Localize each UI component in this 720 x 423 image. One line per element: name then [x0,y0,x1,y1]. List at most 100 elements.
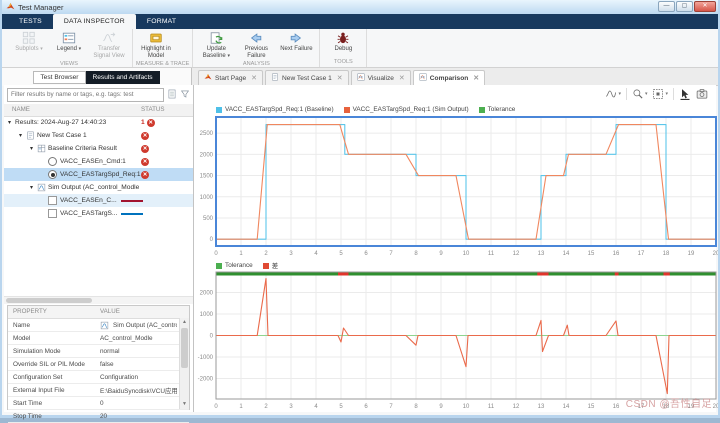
svg-text:7: 7 [389,404,393,410]
legend-item: VACC_EASTargSpd_Req:1 (Sim Output) [343,106,469,113]
tree-item[interactable]: VACC_EASTargSpd_Req:1 ✕ [4,168,193,181]
previous-failure-icon [249,31,263,45]
status-cell: ✕ [141,144,149,153]
svg-text:10: 10 [463,251,470,257]
radio-button[interactable] [48,170,57,179]
transfer-signal-icon [102,31,116,45]
svg-text:-2000: -2000 [198,377,214,383]
close-button[interactable]: ✕ [694,1,716,12]
radio-button[interactable] [48,157,57,166]
ribbon-tab-tests[interactable]: TESTS [8,14,53,29]
tree-item[interactable]: ▾ Baseline Criteria Result ✕ [4,142,193,155]
tree-item[interactable]: ▾ Sim Output (AC_control_Modle [4,181,193,194]
chevron-down-icon: ▾ [78,46,82,52]
debug-icon [336,31,350,45]
previous-failure-button[interactable]: Previous Failure [236,30,276,60]
left-panel-tabs: Test Browser Results and Artifacts [2,68,192,86]
chevron-down-icon: ▾ [40,46,43,52]
document-tab-comparison[interactable]: Comparison ✕ [412,70,486,85]
scroll-up-arrow[interactable]: ▲ [180,318,189,327]
difference-chart[interactable]: 0 1 2 3 4 5 6 7 8 9 10 11 12 13 14 15 16 17 18 19 20-2000-10… [194,270,718,412]
legend-item: Tolerance [478,106,515,113]
svg-text:3: 3 [289,404,293,410]
svg-text:4: 4 [314,404,318,410]
property-rows: NameSim Output (AC_control...ModelAC_con… [8,319,189,423]
tree-horizontal-scrollbar[interactable] [4,296,193,304]
ribbon-group: Debug TOOLS [320,29,368,67]
filter-funnel-icon[interactable] [180,86,190,104]
svg-text:1: 1 [239,404,243,410]
fail-status-icon: ✕ [141,131,149,140]
maximize-button[interactable]: ▢ [676,1,693,12]
scrollbar-thumb[interactable] [6,298,92,303]
filter-row [7,87,190,102]
ribbon-tab-data-inspector[interactable]: DATA INSPECTOR [52,14,136,29]
svg-text:16: 16 [613,251,620,257]
fit-view-icon[interactable]: ▾ [652,88,668,100]
svg-text:0: 0 [210,334,214,340]
tree-item[interactable]: VACC_EASEn_C... [4,194,193,207]
highlight-in-model-button[interactable]: Highlight in Model [136,30,176,60]
pointer-icon[interactable] [679,88,691,100]
report-icon[interactable] [167,86,177,104]
tree-item[interactable]: VACC_EASEn_Cmd:1 ✕ [4,155,193,168]
svg-text:9: 9 [439,251,443,257]
close-tab-icon[interactable]: ✕ [473,74,479,82]
title-bar: Test Manager — ▢ ✕ [2,0,718,14]
comparison-chart[interactable]: 0 1 2 3 4 5 6 7 8 9 10 11 12 13 14 15 16 17 18 19 2005001000… [194,115,718,259]
svg-text:2: 2 [264,404,268,410]
expander-icon[interactable]: ▾ [8,119,15,126]
tree-item[interactable]: ▾ New Test Case 1 ✕ [4,129,193,142]
signal-line-sample [121,212,144,215]
tree-item[interactable]: ▾ Results: 2024-Aug-27 14:40:23 1 ✕ [4,116,193,129]
expander-icon[interactable]: ▾ [30,184,37,191]
minimize-button[interactable]: — [658,1,675,12]
update-baseline-icon [209,31,223,45]
document-tab-new-test-case-[interactable]: New Test Case 1 ✕ [265,70,349,85]
document-tab-start-page[interactable]: Start Page ✕ [198,70,264,85]
svg-text:14: 14 [563,404,570,410]
ribbon-toolbar: Subplots ▾ Legend ▾ Transfer Signal View VI… [2,29,718,68]
checkbox[interactable] [48,196,57,205]
svg-text:15: 15 [588,251,595,257]
signal-style-icon[interactable]: ▾ [605,88,621,100]
tree-item[interactable]: VACC_EASTargS... [4,207,193,220]
checkbox[interactable] [48,209,57,218]
property-scrollbar[interactable]: ▲ ▼ [179,318,189,409]
camera-icon[interactable] [696,88,708,100]
update-baseline-button[interactable]: Update Baseline ▾ [196,30,236,60]
close-tab-icon[interactable]: ✕ [337,74,343,82]
document-tab-visualize[interactable]: Visualize ✕ [350,70,411,85]
scrollbar-thumb[interactable] [181,328,188,368]
zoom-icon[interactable]: ▾ [632,88,647,100]
svg-text:11: 11 [488,404,495,410]
fail-status-icon: ✕ [141,144,149,153]
svg-text:2: 2 [264,251,268,257]
chevron-down-icon: ▾ [618,91,621,97]
close-tab-icon[interactable]: ✕ [399,74,405,82]
expander-icon[interactable]: ▾ [19,132,26,139]
comparison-view: ▾ ▾ ▾ VACC_EASTargSpd_Req:1 (Baseline) VACC… [194,85,718,412]
svg-text:1500: 1500 [200,174,214,180]
next-failure-button[interactable]: Next Failure [276,30,316,60]
fail-status-icon: ✕ [141,170,149,179]
filter-input[interactable] [7,87,164,102]
name-column-header: NAME [12,106,30,113]
ribbon-tab-format[interactable]: FORMAT [136,14,187,29]
expander-icon[interactable]: ▾ [30,145,37,152]
tab-results-and-artifacts[interactable]: Results and Artifacts [85,70,160,84]
document-tab-bar: Start Page ✕ New Test Case 1 ✕ Visualize ✕ Com… [192,68,718,86]
svg-text:16: 16 [613,404,620,410]
legend-button[interactable]: Legend ▾ [49,30,89,60]
debug-button[interactable]: Debug [323,30,363,58]
divider [625,88,627,100]
svg-text:6: 6 [364,404,368,410]
close-tab-icon[interactable]: ✕ [251,74,257,82]
svg-text:500: 500 [203,216,214,222]
svg-text:7: 7 [389,251,393,257]
difference-chart-legend: Tolerance 差 [216,261,278,270]
property-panel: PROPERTY VALUE NameSim Output (AC_contro… [7,305,190,423]
svg-text:11: 11 [488,251,495,257]
tab-test-browser[interactable]: Test Browser [33,70,86,84]
scroll-down-arrow[interactable]: ▼ [180,400,189,409]
